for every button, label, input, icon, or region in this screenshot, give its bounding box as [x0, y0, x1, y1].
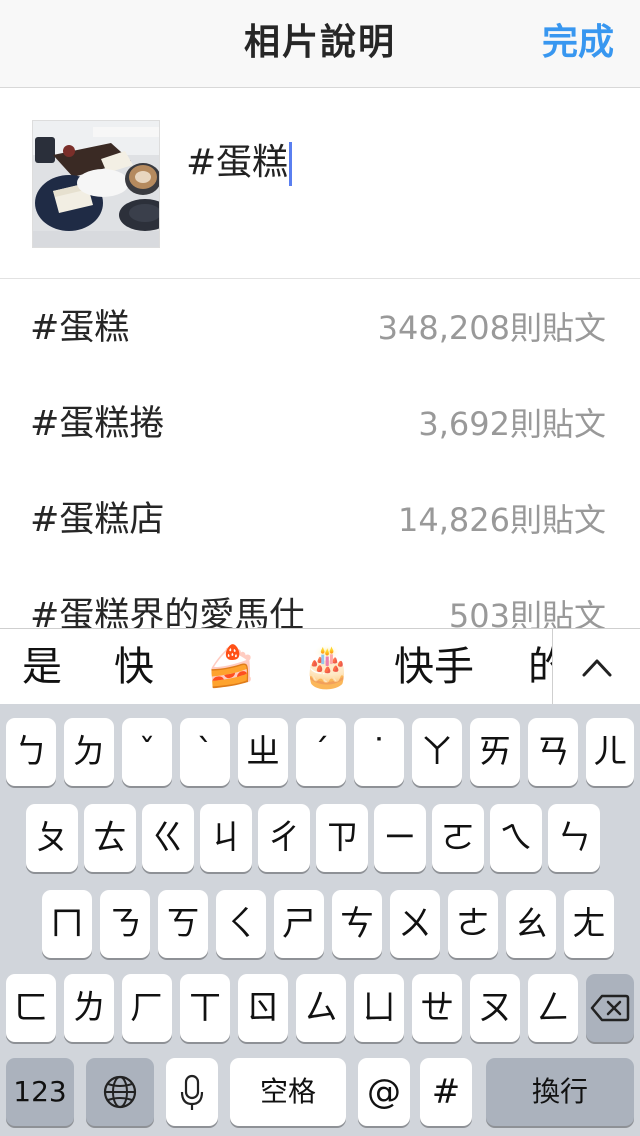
suggestion-count: 3,692則貼文 [418, 405, 606, 443]
key[interactable]: ㄞ [470, 718, 520, 786]
candidate-bar: 是 快 🍰 🎂 快手 的 [0, 628, 640, 704]
key[interactable]: ㄖ [238, 974, 288, 1042]
key[interactable]: ㄙ [296, 974, 346, 1042]
globe-key[interactable] [86, 1058, 154, 1126]
key[interactable]: ㄢ [528, 718, 578, 786]
globe-icon [103, 1075, 137, 1109]
candidate-emoji[interactable]: 🍰 [206, 629, 256, 704]
key[interactable]: ㄎ [158, 890, 208, 958]
suggestion-count: 14,826則貼文 [398, 501, 606, 539]
key[interactable]: ㄋ [100, 890, 150, 958]
key[interactable]: ㄈ [6, 974, 56, 1042]
key[interactable]: ˙ [354, 718, 404, 786]
key[interactable]: ㄔ [258, 804, 310, 872]
suggestion-item[interactable]: #蛋糕界的愛馬仕 503則貼文 [0, 568, 640, 628]
key[interactable]: ㄣ [548, 804, 600, 872]
caption-text: #蛋糕 [186, 142, 289, 183]
key[interactable]: ㄩ [354, 974, 404, 1042]
key[interactable]: ㄗ [316, 804, 368, 872]
hashtag-suggestions: #蛋糕 348,208則貼文 #蛋糕捲 3,692則貼文 #蛋糕店 14,826… [0, 280, 640, 628]
key[interactable]: ㄇ [42, 890, 92, 958]
suggestion-count: 348,208則貼文 [377, 309, 606, 347]
key[interactable]: ㄟ [490, 804, 542, 872]
key[interactable]: ㄉ [64, 718, 114, 786]
key[interactable]: ㄏ [122, 974, 172, 1042]
key[interactable]: ㄤ [564, 890, 614, 958]
candidate-emoji[interactable]: 🎂 [302, 629, 352, 704]
space-key[interactable]: 空格 [230, 1058, 346, 1126]
key[interactable]: ㄌ [64, 974, 114, 1042]
navigation-bar: 相片說明 完成 [0, 0, 640, 88]
hash-key[interactable]: # [420, 1058, 472, 1126]
key[interactable]: ㄠ [506, 890, 556, 958]
microphone-key[interactable] [166, 1058, 218, 1126]
backspace-icon [590, 994, 630, 1022]
microphone-icon [180, 1074, 204, 1110]
suggestion-tag: #蛋糕捲 [30, 404, 165, 444]
text-cursor [289, 142, 293, 186]
key[interactable]: ㄘ [332, 890, 382, 958]
key[interactable]: ㄡ [470, 974, 520, 1042]
suggestion-item[interactable]: #蛋糕店 14,826則貼文 [0, 472, 640, 568]
numbers-key[interactable]: 123 [6, 1058, 74, 1126]
at-key[interactable]: @ [358, 1058, 410, 1126]
key[interactable]: ㄒ [180, 974, 230, 1042]
zhuyin-keyboard: ㄅ ㄉ ˇ ˋ ㄓ ˊ ˙ ㄚ ㄞ ㄢ ㄦ ㄆ ㄊ ㄍ ㄐ ㄔ ㄗ ㄧ ㄛ ㄟ … [0, 704, 640, 1136]
suggestion-item[interactable]: #蛋糕捲 3,692則貼文 [0, 376, 640, 472]
backspace-key[interactable] [586, 974, 634, 1042]
key[interactable]: ㄆ [26, 804, 78, 872]
suggestion-item[interactable]: #蛋糕 348,208則貼文 [0, 280, 640, 376]
expand-candidates-button[interactable] [552, 629, 640, 704]
key[interactable]: ㄨ [390, 890, 440, 958]
key[interactable]: ˋ [180, 718, 230, 786]
key[interactable]: ㄦ [586, 718, 634, 786]
key[interactable]: ㄑ [216, 890, 266, 958]
suggestion-count: 503則貼文 [448, 597, 606, 628]
chevron-up-icon [582, 659, 612, 677]
candidate-word[interactable]: 是 [22, 629, 62, 704]
caption-area: #蛋糕 [0, 89, 640, 279]
suggestion-tag: #蛋糕 [30, 308, 130, 348]
key[interactable]: ㄧ [374, 804, 426, 872]
suggestion-tag: #蛋糕店 [30, 500, 165, 540]
key[interactable]: ㄊ [84, 804, 136, 872]
key[interactable]: ㄐ [200, 804, 252, 872]
key[interactable]: ㄕ [274, 890, 324, 958]
key[interactable]: ㄓ [238, 718, 288, 786]
done-button[interactable]: 完成 [542, 0, 614, 88]
key[interactable]: ㄥ [528, 974, 578, 1042]
caption-input[interactable]: #蛋糕 [186, 139, 293, 187]
key[interactable]: ㄚ [412, 718, 462, 786]
candidate-word[interactable]: 快 [114, 629, 154, 704]
key[interactable]: ㄝ [412, 974, 462, 1042]
key[interactable]: ㄜ [448, 890, 498, 958]
key[interactable]: ˇ [122, 718, 172, 786]
key[interactable]: ㄛ [432, 804, 484, 872]
candidate-word[interactable]: 快手 [394, 629, 474, 704]
return-key[interactable]: 換行 [486, 1058, 634, 1126]
key[interactable]: ㄍ [142, 804, 194, 872]
key[interactable]: ˊ [296, 718, 346, 786]
suggestion-tag: #蛋糕界的愛馬仕 [30, 596, 305, 628]
photo-thumbnail [32, 120, 160, 248]
key[interactable]: ㄅ [6, 718, 56, 786]
